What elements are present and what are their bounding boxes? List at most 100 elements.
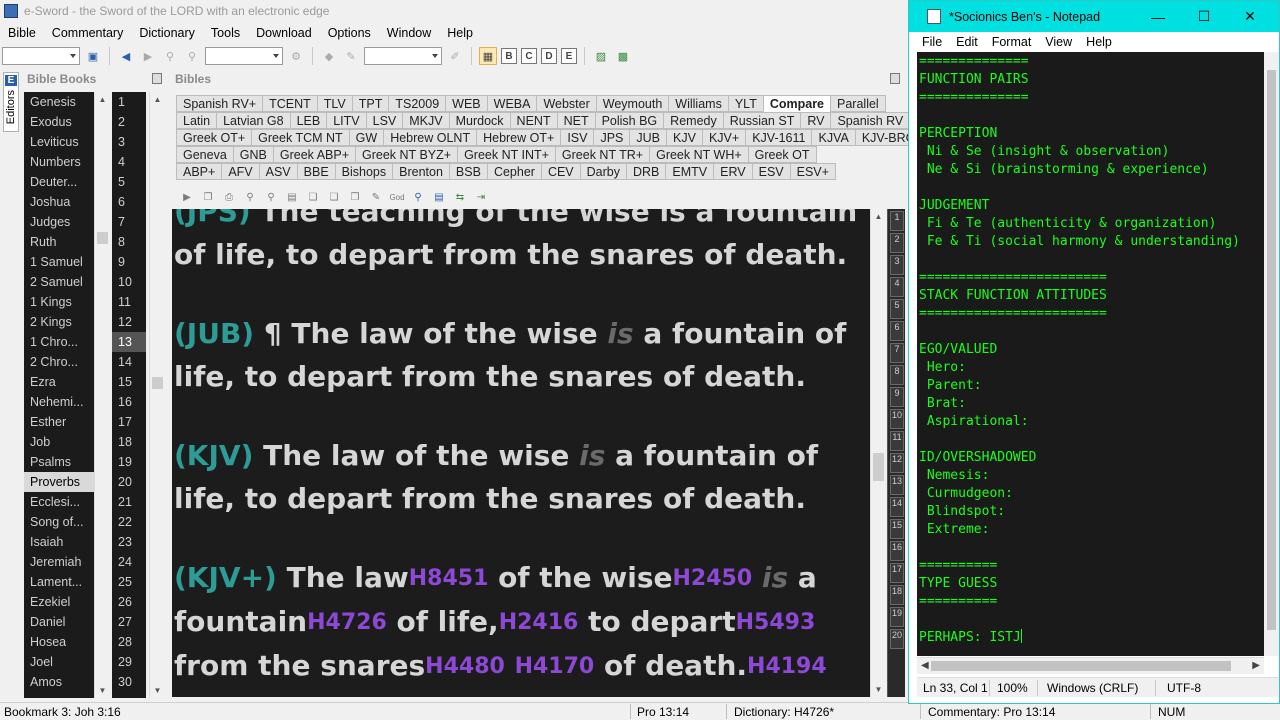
bookmark-marker[interactable]: 10: [890, 409, 904, 429]
bookmark-marker[interactable]: 4: [890, 277, 904, 297]
chapter-list-item[interactable]: 25: [112, 572, 146, 592]
chapter-list-item[interactable]: 27: [112, 612, 146, 632]
strongs-number[interactable]: H4480: [425, 654, 505, 679]
bookmark-marker[interactable]: 18: [890, 585, 904, 605]
pin-icon[interactable]: [152, 73, 162, 84]
edit-icon[interactable]: ✎: [367, 188, 385, 206]
bible-tab[interactable]: Remedy: [663, 112, 724, 129]
menu-options[interactable]: Options: [320, 26, 379, 40]
bible-tab[interactable]: Williams: [668, 95, 729, 112]
bible-tab[interactable]: Parallel: [830, 95, 886, 112]
paste-icon[interactable]: ❑: [325, 188, 343, 206]
bookmark-marker[interactable]: 5: [890, 299, 904, 319]
scroll-down-icon[interactable]: ▼: [96, 684, 109, 697]
bible-tab[interactable]: Greek TCM NT: [251, 129, 350, 146]
bookmark-marker[interactable]: 1: [890, 211, 904, 231]
map-icon[interactable]: ▩: [614, 47, 632, 65]
verse-ref[interactable]: (KJV+): [174, 561, 277, 594]
search-all-icon[interactable]: ⚲: [183, 47, 201, 65]
chapter-list-item[interactable]: 8: [112, 232, 146, 252]
scroll-up-icon[interactable]: ▲: [872, 210, 885, 223]
bible-tab[interactable]: Russian ST: [722, 112, 802, 129]
bible-tab[interactable]: Greek NT INT+: [457, 146, 556, 163]
bookmark-marker[interactable]: 15: [890, 519, 904, 539]
layout-toggle-icon[interactable]: ▤: [430, 188, 448, 206]
bible-tab[interactable]: KJV-1611: [745, 129, 813, 146]
bible-book-icon[interactable]: ▣: [84, 47, 102, 65]
chapter-list-item[interactable]: 28: [112, 632, 146, 652]
notepad-text-area[interactable]: ============== FUNCTION PAIRS ============…: [917, 52, 1264, 656]
scroll-up-icon[interactable]: ▲: [151, 93, 164, 106]
menu-commentary[interactable]: Commentary: [44, 26, 132, 40]
minimize-icon[interactable]: —: [1135, 1, 1181, 32]
bible-tab[interactable]: RV: [800, 112, 832, 129]
bible-tab[interactable]: LSV: [365, 112, 404, 129]
scroll-thumb[interactable]: [97, 232, 108, 244]
bible-tab[interactable]: KJVA: [811, 129, 856, 146]
bible-tab[interactable]: ABP+: [176, 163, 223, 180]
chapter-list-item[interactable]: 21: [112, 492, 146, 512]
chapter-list-item[interactable]: 22: [112, 512, 146, 532]
bible-tab[interactable]: BBE: [296, 163, 336, 180]
bible-tab[interactable]: AFV: [221, 163, 260, 180]
bookmark-marker[interactable]: 8: [890, 365, 904, 385]
picture-icon[interactable]: ▨: [592, 47, 610, 65]
menu-window[interactable]: Window: [379, 26, 439, 40]
bible-tab[interactable]: KJV: [666, 129, 703, 146]
bible-tab[interactable]: Weymouth: [595, 95, 670, 112]
bible-text-scrollbar[interactable]: ▲ ▼: [870, 209, 886, 697]
scroll-thumb[interactable]: [1267, 70, 1276, 630]
chapter-list-item[interactable]: 2: [112, 112, 146, 132]
notepad-horizontal-scrollbar[interactable]: ◀ ▶: [917, 657, 1264, 674]
bible-tab[interactable]: JUB: [629, 129, 668, 146]
bible-tab[interactable]: Murdock: [448, 112, 511, 129]
bible-tab[interactable]: Brenton: [392, 163, 450, 180]
chapter-list-item[interactable]: 9: [112, 252, 146, 272]
bookmark-marker[interactable]: 14: [890, 497, 904, 517]
menu-file[interactable]: File: [915, 35, 949, 49]
chapter-list-item[interactable]: 14: [112, 352, 146, 372]
bible-tab[interactable]: Greek OT+: [176, 129, 253, 146]
chapter-list-item[interactable]: 30: [112, 672, 146, 692]
find-icon[interactable]: ⚲: [241, 188, 259, 206]
chapter-list-item[interactable]: 7: [112, 212, 146, 232]
bible-tab[interactable]: JPS: [593, 129, 631, 146]
chapter-list-item[interactable]: 29: [112, 652, 146, 672]
strongs-number[interactable]: H2450: [672, 566, 752, 591]
document-icon[interactable]: ▤: [283, 188, 301, 206]
bible-tab[interactable]: Spanish RV+: [176, 95, 264, 112]
sync-icon[interactable]: ⇆: [451, 188, 469, 206]
bookmark-marker[interactable]: 9: [890, 387, 904, 407]
notepad-vertical-scrollbar[interactable]: [1264, 52, 1279, 656]
strongs-number[interactable]: H5493: [736, 610, 816, 635]
highlight-tool-icon[interactable]: ✐: [446, 47, 464, 65]
bookmark-marker[interactable]: 20: [890, 629, 904, 649]
menu-edit[interactable]: Edit: [949, 35, 985, 49]
bible-tab[interactable]: Geneva: [176, 146, 234, 163]
maximize-icon[interactable]: ☐: [1181, 1, 1227, 32]
bible-tab[interactable]: Latin: [176, 112, 218, 129]
menu-bible[interactable]: Bible: [0, 26, 44, 40]
verse-ref[interactable]: (JPS): [174, 209, 251, 228]
bible-tab[interactable]: BSB: [448, 163, 488, 180]
scroll-left-icon[interactable]: ◀: [921, 660, 929, 671]
menu-help[interactable]: Help: [439, 26, 481, 40]
scroll-right-icon[interactable]: ▶: [1252, 660, 1260, 671]
chapter-list-item[interactable]: 3: [112, 132, 146, 152]
editors-tab[interactable]: E Editors: [3, 72, 19, 132]
bookmark-marker[interactable]: 2: [890, 233, 904, 253]
bible-tab[interactable]: Greek NT WH+: [649, 146, 749, 163]
menu-download[interactable]: Download: [248, 26, 320, 40]
highlighter-icon[interactable]: ✎: [342, 47, 360, 65]
god-icon[interactable]: God: [388, 188, 406, 206]
scroll-thumb[interactable]: [873, 453, 884, 481]
bible-tab[interactable]: Webster: [536, 95, 597, 112]
chapter-list-item[interactable]: 23: [112, 532, 146, 552]
chapter-list-item[interactable]: 26: [112, 592, 146, 612]
scroll-thumb[interactable]: [931, 661, 1231, 671]
bible-tab[interactable]: ASV: [258, 163, 298, 180]
bible-tab[interactable]: Greek OT: [747, 146, 817, 163]
bookmark-marker[interactable]: 16: [890, 541, 904, 561]
print-icon[interactable]: ⎙: [220, 188, 238, 206]
chapter-list-item[interactable]: 15: [112, 372, 146, 392]
